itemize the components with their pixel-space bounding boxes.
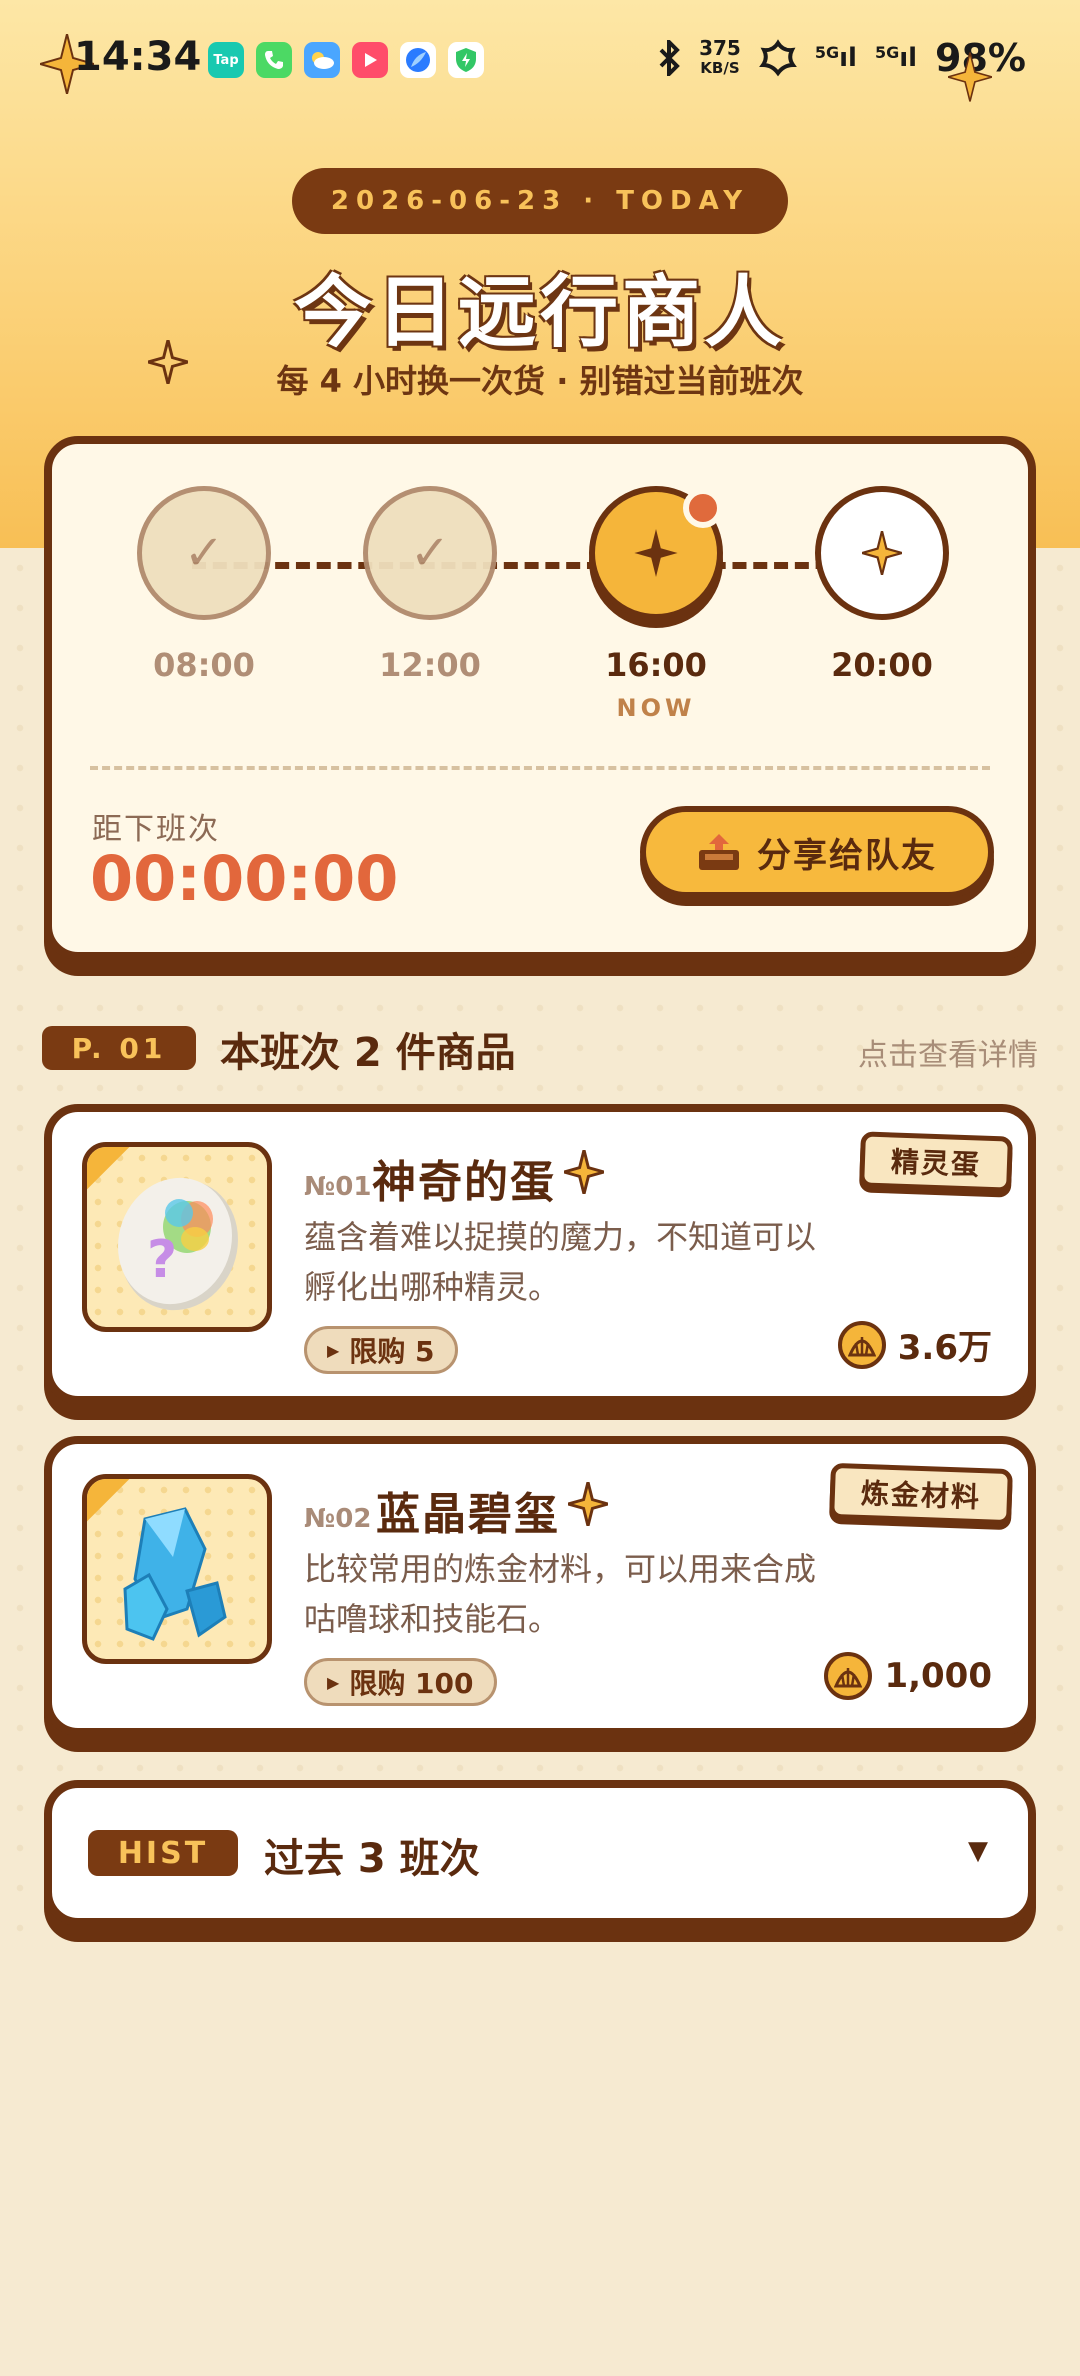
star-icon <box>634 529 678 577</box>
section-title: 本班次 2 件商品 <box>220 1030 516 1076</box>
signal-5g-2: 5Gıl <box>874 43 918 73</box>
chevron-down-icon[interactable]: ▼ <box>968 1836 988 1866</box>
triangle-icon: ▶ <box>327 1672 340 1692</box>
phone-app-icon <box>256 42 292 78</box>
outbox-icon <box>699 834 739 870</box>
share-to-team-button[interactable]: 分享给队友 <box>640 806 994 898</box>
egg-icon: ? <box>118 1177 238 1311</box>
item-description: 比较常用的炼金材料，可以用来合成 咕噜球和技能石。 <box>304 1550 817 1638</box>
crystal-icon <box>123 1507 227 1641</box>
slot-circle <box>589 486 723 620</box>
share-button-label: 分享给队友 <box>757 835 937 876</box>
flower-icon <box>758 39 797 77</box>
shell-coin-icon <box>824 1652 873 1700</box>
history-title: 过去 3 班次 <box>264 1836 480 1882</box>
browser-app-icon <box>400 42 436 78</box>
slot-time: 20:00 <box>831 646 933 684</box>
history-tag: HIST <box>88 1830 238 1876</box>
view-details-link[interactable]: 点击查看详情 <box>858 1030 1038 1074</box>
now-label: NOW <box>616 694 696 722</box>
sparkle-icon <box>568 1482 608 1526</box>
item-thumbnail: ? <box>82 1142 272 1332</box>
slot-time: 16:00 <box>605 646 707 684</box>
clock: 14:34 <box>74 34 202 80</box>
taptap-app-icon: Tap <box>208 42 244 78</box>
shift-timeline: ✓ 08:00 ✓ 12:00 16:00 NOW 20:00 <box>52 444 1028 744</box>
purchase-limit-pill: ▶ 限购 100 <box>304 1658 497 1706</box>
slot-circle: ✓ <box>363 486 497 620</box>
page-subtitle: 每 4 小时换一次货 · 别错过当前班次 <box>276 362 804 400</box>
item-thumbnail <box>82 1474 272 1664</box>
sparkle-icon <box>564 1150 604 1194</box>
slot-circle <box>815 486 949 620</box>
item-name: 神奇的蛋 <box>372 1157 556 1208</box>
section-tag: P. 01 <box>42 1026 196 1070</box>
item-price: 1,000 <box>824 1652 992 1700</box>
slot-time: 08:00 <box>153 646 255 684</box>
weather-app-icon <box>304 42 340 78</box>
item-number: №02 <box>304 1504 372 1534</box>
triangle-icon: ▶ <box>327 1340 340 1360</box>
date-pill: 2026-06-23 · TODAY <box>292 168 788 234</box>
item-category-badge: 炼金材料 <box>829 1462 1013 1526</box>
svg-text:?: ? <box>147 1230 177 1290</box>
schedule-card: ✓ 08:00 ✓ 12:00 16:00 NOW 20:00 距下班次 00:… <box>44 436 1036 960</box>
divider <box>90 766 990 770</box>
sparkle-icon <box>948 52 992 102</box>
item-name: 蓝晶碧玺 <box>376 1489 560 1540</box>
shell-coin-icon <box>837 1320 886 1369</box>
item-category-badge: 精灵蛋 <box>859 1131 1013 1193</box>
timeline-slot-2000[interactable]: 20:00 <box>812 486 952 684</box>
bluetooth-icon <box>659 40 680 76</box>
video-app-icon <box>352 42 388 78</box>
notification-app-icons: Tap <box>208 42 484 78</box>
item-card-magic-egg[interactable]: ? №01 神奇的蛋 精灵蛋 蕴含着难以捉摸的魔力，不知道可以 孵化出哪种精灵。… <box>44 1104 1036 1404</box>
timeline-connector <box>192 562 892 569</box>
countdown-timer: 00:00:00 <box>90 842 399 915</box>
check-icon: ✓ <box>183 525 225 581</box>
slot-circle: ✓ <box>137 486 271 620</box>
timeline-slot-1600[interactable]: 16:00 NOW <box>586 486 726 722</box>
item-card-blue-tourmaline[interactable]: №02 蓝晶碧玺 炼金材料 比较常用的炼金材料，可以用来合成 咕噜球和技能石。 … <box>44 1436 1036 1736</box>
signal-5g-1: 5Gıl <box>814 43 857 73</box>
purchase-limit-pill: ▶ 限购 5 <box>304 1326 458 1374</box>
item-price: 3.6万 <box>837 1320 992 1369</box>
check-icon: ✓ <box>409 525 451 581</box>
network-speed: 375 KB/S <box>699 36 741 77</box>
timeline-slot-0800[interactable]: ✓ 08:00 <box>134 486 274 684</box>
star-icon <box>862 531 902 575</box>
current-indicator-dot <box>683 488 723 528</box>
status-bar: 14:34 Tap 375 KB/S 5Gıl 5Gıl 98% <box>0 0 1080 120</box>
history-section-toggle[interactable]: HIST 过去 3 班次 ▼ <box>44 1780 1036 1926</box>
item-number: №01 <box>304 1172 372 1202</box>
security-app-icon <box>448 42 484 78</box>
slot-time: 12:00 <box>379 646 481 684</box>
timeline-slot-1200[interactable]: ✓ 12:00 <box>360 486 500 684</box>
item-description: 蕴含着难以捉摸的魔力，不知道可以 孵化出哪种精灵。 <box>304 1218 817 1306</box>
